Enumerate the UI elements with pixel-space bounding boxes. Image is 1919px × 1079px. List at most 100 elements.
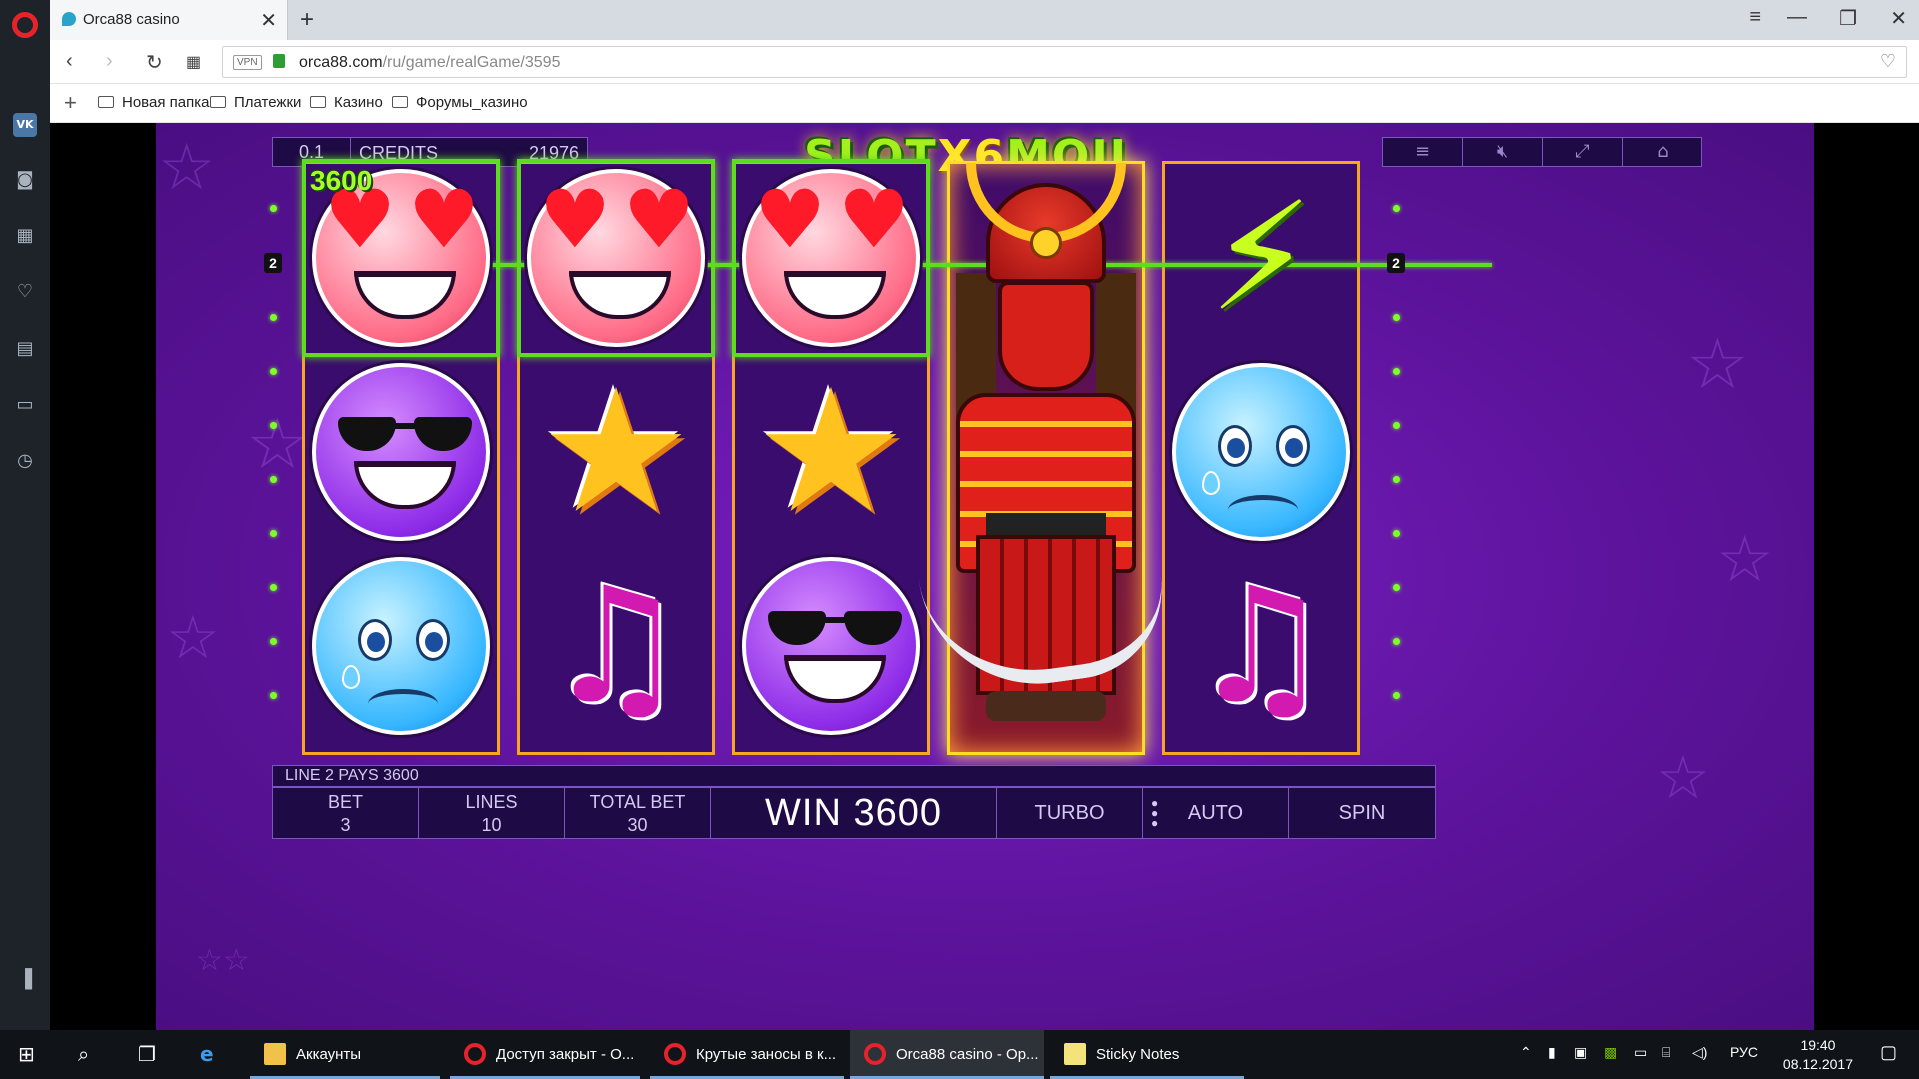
folder-icon xyxy=(310,96,326,108)
tab-bar: Orca88 casino ✕ + ≡ — ❐ ✕ xyxy=(50,0,1919,40)
line-dot xyxy=(1393,476,1400,483)
task-view-icon[interactable]: ❐ xyxy=(138,1042,156,1066)
total-bet-value: 30 xyxy=(627,815,648,835)
add-bookmark-button[interactable]: + xyxy=(64,90,77,116)
auto-button[interactable]: AUTO xyxy=(1143,788,1289,838)
tabs-icon[interactable]: ▭ xyxy=(13,393,37,417)
turbo-button[interactable]: TURBO xyxy=(997,788,1143,838)
folder-icon xyxy=(210,96,226,108)
samurai-wild-icon xyxy=(918,163,1174,743)
network-icon[interactable]: ⌸ xyxy=(1662,1044,1670,1061)
forward-button[interactable]: › xyxy=(106,50,113,73)
taskbar-item-opera[interactable]: Крутые заносы в к... xyxy=(650,1030,844,1079)
tab-title: Orca88 casino xyxy=(83,11,180,28)
folder-icon xyxy=(392,96,408,108)
bet-value: 3 xyxy=(340,815,351,835)
line-dot xyxy=(270,584,277,591)
crying-emoji-icon xyxy=(1172,363,1350,541)
tray-usb-icon[interactable]: ▮ xyxy=(1548,1044,1556,1061)
background-star-icon: ☆ xyxy=(1656,743,1710,813)
bet-control[interactable]: BET 3 xyxy=(273,788,419,838)
taskbar-item-opera-active[interactable]: Orca88 casino - Op... xyxy=(850,1030,1044,1079)
bookmark-folder[interactable]: Форумы_казино xyxy=(392,94,528,111)
speed-dial-button[interactable]: ▦ xyxy=(186,52,201,72)
spin-button[interactable]: SPIN xyxy=(1289,788,1435,838)
total-bet-display: TOTAL BET 30 xyxy=(565,788,711,838)
line-dot xyxy=(1393,530,1400,537)
star-icon: ★ xyxy=(539,353,693,551)
clock-time: 19:40 xyxy=(1800,1037,1836,1053)
line-dot xyxy=(1393,692,1400,699)
history-icon[interactable]: ◷ xyxy=(13,449,37,473)
tray-app-icon[interactable]: ▣ xyxy=(1574,1044,1587,1061)
line-dot xyxy=(1393,205,1400,212)
game-toolbar: ≡ 🔇︎ ⤢ ⌂ xyxy=(1382,137,1702,167)
tray-nvidia-icon[interactable]: ▩ xyxy=(1604,1044,1617,1061)
line-win-amount: 3600 xyxy=(310,165,373,196)
menu-icon[interactable]: ≡ xyxy=(1383,138,1463,166)
heart-eyes-emoji-icon: ♥ ♥ xyxy=(527,169,705,347)
speed-dial-icon[interactable]: ▦ xyxy=(13,224,37,248)
line-dot xyxy=(270,476,277,483)
sticky-notes-icon xyxy=(1064,1043,1086,1065)
music-note-icon: ♫ xyxy=(1189,552,1333,739)
heart-icon[interactable]: ♡ xyxy=(13,280,37,304)
news-icon[interactable]: ▤ xyxy=(13,337,37,361)
background-star-icon: ☆ xyxy=(246,403,309,485)
windows-taskbar: ⊞ ⌕ ❐ e Аккаунты Доступ закрыт - О... Кр… xyxy=(0,1030,1919,1079)
line-dot xyxy=(1393,314,1400,321)
clock-date: 08.12.2017 xyxy=(1782,1056,1853,1072)
line-dot xyxy=(270,205,277,212)
language-indicator[interactable]: РУС xyxy=(1730,1044,1758,1060)
bookmark-folder[interactable]: Платежки xyxy=(210,94,301,111)
fullscreen-icon[interactable]: ⤢ xyxy=(1543,138,1623,166)
restore-button[interactable]: ❐ xyxy=(1839,6,1857,31)
opera-icon xyxy=(664,1043,686,1065)
windows-start-icon[interactable]: ⊞ xyxy=(18,1042,35,1066)
home-icon[interactable]: ⌂ xyxy=(1623,138,1703,166)
taskbar-item-opera[interactable]: Доступ закрыт - О... xyxy=(450,1030,640,1079)
vk-icon[interactable]: VK xyxy=(13,113,37,137)
taskbar-item-sticky-notes[interactable]: Sticky Notes xyxy=(1050,1030,1244,1079)
line-dot xyxy=(270,422,277,429)
bookmark-folder[interactable]: Казино xyxy=(310,94,383,111)
close-window-button[interactable]: ✕ xyxy=(1890,6,1907,31)
clock[interactable]: 19:40 08.12.2017 xyxy=(1783,1036,1853,1074)
back-button[interactable]: ‹ xyxy=(66,50,73,73)
win-display: WIN 3600 xyxy=(711,788,997,838)
line-dot xyxy=(1393,422,1400,429)
camera-icon[interactable]: ◙ xyxy=(13,168,37,192)
vpn-badge[interactable]: VPN xyxy=(233,55,262,70)
close-tab-icon[interactable]: ✕ xyxy=(260,8,277,33)
search-icon[interactable]: ⌕ xyxy=(78,1042,89,1066)
line-dot xyxy=(270,368,277,375)
sidebar-toggle-icon[interactable]: ▐ xyxy=(13,968,37,992)
lines-value: 10 xyxy=(481,815,502,835)
tab-menu-icon[interactable]: ≡ xyxy=(1749,6,1761,29)
address-bar: ‹ › ↻ ▦ VPN orca88.com/ru/game/realGame/… xyxy=(50,40,1919,84)
volume-icon[interactable]: ◁) xyxy=(1692,1044,1707,1061)
line-number-left: 2 xyxy=(264,253,282,273)
mute-icon[interactable]: 🔇︎ xyxy=(1463,138,1543,166)
reload-button[interactable]: ↻ xyxy=(146,50,163,75)
notifications-icon[interactable]: ▢ xyxy=(1880,1042,1897,1063)
taskbar-item-accounts[interactable]: Аккаунты xyxy=(250,1030,440,1079)
lines-control[interactable]: LINES 10 xyxy=(419,788,565,838)
edge-icon[interactable]: e xyxy=(200,1042,214,1066)
battery-icon[interactable]: ▭ xyxy=(1634,1044,1647,1061)
tab-orca88[interactable]: Orca88 casino ✕ xyxy=(50,0,288,40)
opera-logo[interactable] xyxy=(12,12,38,38)
bookmarks-bar: + Новая папка Платежки Казино Форумы_каз… xyxy=(50,84,1919,123)
new-tab-button[interactable]: + xyxy=(300,6,314,34)
heart-eyes-emoji-icon: ♥ ♥ xyxy=(742,169,920,347)
bookmark-folder[interactable]: Новая папка xyxy=(98,94,209,111)
tray-expand-icon[interactable]: ⌃ xyxy=(1520,1044,1532,1061)
opera-sidebar: VK ◙ ▦ ♡ ▤ ▭ ◷ ▐ xyxy=(0,0,50,1030)
lock-icon[interactable] xyxy=(273,54,285,68)
slot-game[interactable]: ☆ ☆ ☆ ☆ ☆ ☆ ☆☆ 0.1 CREDITS 21976 SLOTX6M… xyxy=(156,123,1814,1030)
minimize-button[interactable]: — xyxy=(1787,6,1807,29)
background-star-icon: ☆ xyxy=(166,603,220,673)
url-field[interactable]: VPN orca88.com/ru/game/realGame/3595 ♡ xyxy=(222,46,1907,78)
bookmark-heart-icon[interactable]: ♡ xyxy=(1880,51,1896,72)
win-message: LINE 2 PAYS 3600 xyxy=(272,765,1436,787)
